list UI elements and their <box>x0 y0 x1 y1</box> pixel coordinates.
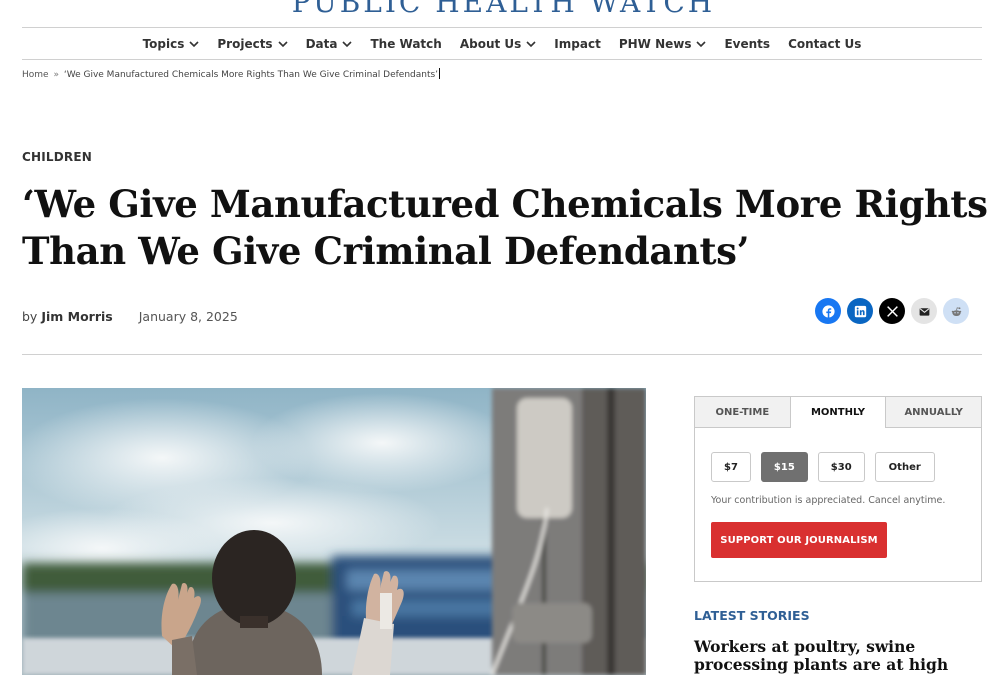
nav-item-contact-us[interactable]: Contact Us <box>788 37 861 51</box>
article-byline: by Jim Morris January 8, 2025 <box>22 309 238 324</box>
nav-item-data[interactable]: Data <box>306 37 353 51</box>
share-buttons <box>815 298 969 324</box>
nav-item-label: PHW News <box>618 36 692 51</box>
share-facebook-button[interactable] <box>815 298 841 324</box>
breadcrumb-current: ‘We Give Manufactured Chemicals More Rig… <box>63 70 439 80</box>
latest-stories-heading: LATEST STORIES <box>694 608 810 623</box>
share-x-button[interactable] <box>879 298 905 324</box>
breadcrumb-home-link[interactable]: Home <box>22 70 49 80</box>
byline-prefix: by <box>22 309 38 324</box>
breadcrumb: Home » ‘We Give Manufactured Chemicals M… <box>22 68 441 80</box>
email-icon <box>919 307 929 316</box>
share-reddit-button[interactable] <box>943 298 969 324</box>
chevron-down-icon <box>526 40 536 47</box>
nav-item-projects[interactable]: Projects <box>217 36 288 51</box>
x-icon <box>886 305 898 317</box>
main-navigation: Topics Projects Data The Watch About Us … <box>22 28 982 59</box>
amount-option-other[interactable]: Other <box>874 452 935 482</box>
child-at-hospital-window-image <box>22 388 646 675</box>
nav-item-impact[interactable]: Impact <box>554 37 601 51</box>
nav-item-the-watch[interactable]: The Watch <box>370 37 441 51</box>
donation-frequency-tabs: ONE-TIME MONTHLY ANNUALLY <box>695 397 982 428</box>
tab-monthly[interactable]: MONTHLY <box>789 397 886 428</box>
donation-amount-options: $7 $15 $30 Other <box>711 452 935 482</box>
latest-story-link[interactable]: Workers at poultry, swine processing pla… <box>694 638 984 675</box>
publish-date: January 8, 2025 <box>138 309 238 324</box>
donation-note: Your contribution is appreciated. Cancel… <box>711 495 946 506</box>
article-title: ‘We Give Manufactured Chemicals More Rig… <box>22 182 988 273</box>
nav-item-label: Events <box>724 36 771 51</box>
amount-option-7[interactable]: $7 <box>711 452 751 482</box>
nav-item-events[interactable]: Events <box>724 37 770 51</box>
nav-item-label: Impact <box>554 36 601 51</box>
nav-item-label: Projects <box>217 36 273 51</box>
nav-item-about-us[interactable]: About Us <box>460 37 536 51</box>
chevron-down-icon <box>696 40 707 47</box>
byline-divider <box>22 354 982 355</box>
support-journalism-button[interactable]: SUPPORT OUR JOURNALISM <box>711 522 887 558</box>
chevron-down-icon <box>278 40 288 47</box>
text-cursor <box>439 68 441 79</box>
breadcrumb-separator: » <box>53 70 59 80</box>
nav-bottom-divider <box>22 59 982 60</box>
nav-item-phw-news[interactable]: PHW News <box>619 37 707 51</box>
nav-item-topics[interactable]: Topics <box>143 37 200 51</box>
tab-one-time[interactable]: ONE-TIME <box>695 397 790 428</box>
author-link[interactable]: Jim Morris <box>41 309 112 324</box>
article-featured-image <box>22 388 646 675</box>
linkedin-icon <box>854 305 866 317</box>
nav-item-label: Contact Us <box>788 36 862 51</box>
site-logo-text: PUBLIC HEALTH WATCH <box>0 0 1007 15</box>
facebook-icon <box>821 304 835 318</box>
donation-widget: ONE-TIME MONTHLY ANNUALLY $7 $15 $30 Oth… <box>694 396 982 582</box>
nav-item-label: The Watch <box>370 36 442 51</box>
amount-option-15[interactable]: $15 <box>760 452 808 482</box>
nav-item-label: About Us <box>459 36 522 51</box>
reddit-icon <box>951 306 961 316</box>
chevron-down-icon <box>342 40 353 47</box>
nav-item-label: Data <box>305 36 338 51</box>
share-linkedin-button[interactable] <box>847 298 873 324</box>
chevron-down-icon <box>189 40 199 47</box>
site-logo[interactable]: PUBLIC HEALTH WATCH <box>0 0 1007 15</box>
tab-annually[interactable]: ANNUALLY <box>885 397 982 428</box>
article-category[interactable]: CHILDREN <box>22 150 92 164</box>
nav-item-label: Topics <box>142 36 185 51</box>
share-email-button[interactable] <box>911 298 937 324</box>
amount-option-30[interactable]: $30 <box>817 452 865 482</box>
